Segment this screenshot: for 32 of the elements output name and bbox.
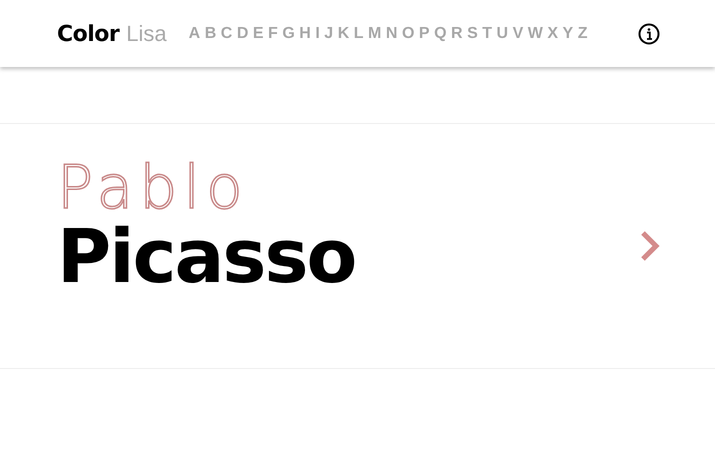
letter-link[interactable]: F <box>268 24 278 42</box>
letter-link[interactable]: D <box>236 24 248 42</box>
artist-row[interactable]: Pablo Picasso <box>0 124 715 369</box>
last-name: Picasso <box>57 220 356 294</box>
letter-link[interactable]: I <box>315 24 320 42</box>
letter-link[interactable]: T <box>482 24 492 42</box>
letter-link[interactable]: H <box>299 24 311 42</box>
logo-link[interactable]: Color Lisa <box>57 20 167 46</box>
letter-link[interactable]: Y <box>562 24 574 42</box>
letter-link[interactable]: G <box>282 24 295 42</box>
chevron-right-icon[interactable] <box>640 230 660 262</box>
first-name: Pablo <box>57 158 249 218</box>
letter-link[interactable]: L <box>354 24 364 42</box>
letter-link[interactable]: Z <box>578 24 588 42</box>
letter-link[interactable]: B <box>204 24 216 42</box>
letter-link[interactable]: S <box>467 24 478 42</box>
letter-link[interactable]: V <box>512 24 524 42</box>
letter-link[interactable]: X <box>547 24 558 42</box>
letter-link[interactable]: K <box>338 24 350 42</box>
letter-link[interactable]: N <box>386 24 398 42</box>
letter-link[interactable]: E <box>252 24 264 42</box>
letter-link[interactable]: J <box>324 24 334 42</box>
letter-link[interactable]: O <box>402 24 414 42</box>
info-icon[interactable] <box>638 22 660 44</box>
letter-link[interactable]: W <box>528 24 543 42</box>
letter-link[interactable]: Q <box>434 24 447 42</box>
letter-link[interactable]: M <box>368 24 382 42</box>
letter-link[interactable]: C <box>220 24 232 42</box>
letter-link[interactable]: P <box>418 24 430 42</box>
letter-link[interactable]: R <box>451 24 463 42</box>
letter-link[interactable]: U <box>496 24 508 42</box>
letter-link[interactable]: A <box>188 24 200 42</box>
